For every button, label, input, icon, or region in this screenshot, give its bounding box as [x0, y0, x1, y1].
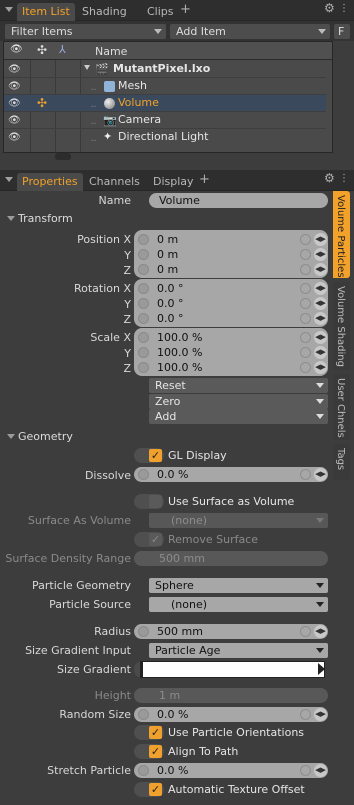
geometry-section-header[interactable]: Geometry: [4, 429, 330, 444]
collapse-arrow-icon[interactable]: [5, 177, 13, 182]
random-size-field[interactable]: 0.0 % ◀▶: [134, 707, 328, 722]
eye-icon[interactable]: 👁: [8, 115, 21, 126]
eye-icon[interactable]: 👁: [8, 98, 21, 109]
gear-icon[interactable]: ⚙: [324, 171, 335, 185]
position-y-label: Y: [124, 249, 131, 262]
tab-display[interactable]: Display: [148, 173, 199, 191]
add-tab-icon[interactable]: +: [180, 2, 191, 17]
dissolve-field[interactable]: 0.0 % ◀▶: [134, 467, 328, 482]
expand-arrow-icon[interactable]: [84, 65, 90, 70]
item-list: 👁 ✣ ⅄ Name 👁 🎬 MutantPixel.lxo 👁 ┈ Mesh …: [3, 41, 333, 153]
height-label: Height: [94, 689, 131, 702]
position-z-field[interactable]: 0 m ◀▶: [134, 262, 328, 277]
rotation-z-field[interactable]: 0.0 ° ◀▶: [134, 311, 328, 326]
surface-as-volume-dropdown[interactable]: (none): [149, 513, 328, 528]
mesh-icon: [104, 81, 115, 92]
gradient-start-marker[interactable]: [140, 661, 143, 678]
tab-item-list[interactable]: Item List: [17, 3, 75, 21]
size-gradient-bar[interactable]: [140, 661, 325, 678]
menu-dots-icon[interactable]: ⋮: [339, 173, 349, 184]
dissolve-label: Dissolve: [84, 469, 131, 482]
scale-y-field[interactable]: 100.0 % ◀▶: [134, 345, 328, 360]
side-tab-volume-shading[interactable]: Volume Shading: [333, 282, 350, 370]
rotation-x-field[interactable]: 0.0 ° ◀▶: [134, 281, 328, 296]
list-item[interactable]: 👁 ┈ 📷 Camera: [4, 112, 326, 129]
lock-header-icon: ✣: [37, 43, 48, 57]
radius-field[interactable]: 500 mm ◀▶: [134, 624, 328, 639]
filter-items-dropdown[interactable]: Filter Items: [5, 24, 166, 39]
add-dropdown[interactable]: Add: [149, 409, 328, 424]
scene-icon: 🎬: [95, 63, 109, 76]
position-x-field[interactable]: 0 m ◀▶: [134, 232, 328, 247]
list-item[interactable]: 👁 🎬 MutantPixel.lxo: [4, 61, 326, 78]
surface-density-range-field[interactable]: 500 mm: [134, 551, 328, 566]
size-gradient-label: Size Gradient: [57, 663, 131, 676]
list-item[interactable]: 👁 ┈ Mesh: [4, 78, 326, 95]
particle-geometry-label: Particle Geometry: [32, 579, 131, 592]
scale-x-label: Scale X: [90, 331, 131, 344]
particle-source-label: Particle Source: [49, 598, 131, 611]
name-label: Name: [98, 194, 131, 207]
bottom-tab-bar: Properties Channels Display + ⚙ ⋮: [0, 170, 354, 191]
camera-icon: 📷: [103, 114, 117, 127]
list-toolbar: Filter Items Add Item F: [0, 21, 354, 41]
particle-geometry-dropdown[interactable]: Sphere: [149, 578, 328, 593]
surface-density-range-label: Surface Density Range: [5, 552, 131, 565]
stretch-particle-label: Stretch Particle: [47, 764, 131, 777]
rotation-x-label: Rotation X: [73, 282, 131, 295]
reset-dropdown[interactable]: Reset: [149, 378, 328, 393]
scale-x-field[interactable]: 100.0 % ◀▶: [134, 330, 328, 345]
f-button[interactable]: F: [334, 24, 350, 39]
transform-section-header[interactable]: Transform: [4, 211, 330, 226]
position-x-label: Position X: [77, 233, 131, 246]
scroll-handle[interactable]: [55, 153, 71, 160]
scale-z-label: Z: [123, 362, 131, 375]
eye-icon[interactable]: 👁: [8, 81, 21, 92]
surface-as-volume-label: Surface As Volume: [27, 514, 131, 527]
position-y-field[interactable]: 0 m ◀▶: [134, 247, 328, 262]
side-tab-volume-particles[interactable]: Volume Particles: [333, 191, 350, 278]
stretch-particle-field[interactable]: 0.0 % ◀▶: [134, 763, 328, 778]
side-tab-user-channels[interactable]: User Chnels: [333, 374, 350, 440]
eye-icon[interactable]: 👁: [8, 64, 21, 75]
collapse-arrow-icon[interactable]: [5, 7, 13, 12]
visibility-header-icon: 👁: [10, 44, 23, 55]
scale-z-field[interactable]: 100.0 % ◀▶: [134, 360, 328, 375]
position-z-label: Z: [123, 264, 131, 277]
name-field[interactable]: Volume: [149, 193, 328, 208]
add-tab-icon[interactable]: +: [199, 172, 210, 187]
random-size-label: Random Size: [59, 708, 131, 721]
list-header: 👁 ✣ ⅄ Name: [4, 42, 332, 60]
volume-icon: [104, 98, 115, 109]
side-tab-tags[interactable]: Tags: [333, 444, 350, 480]
size-gradient-input-dropdown[interactable]: Particle Age: [149, 643, 328, 658]
menu-dots-icon[interactable]: ⋮: [339, 3, 349, 14]
name-column-header[interactable]: Name: [95, 45, 127, 58]
add-item-dropdown[interactable]: Add Item: [170, 24, 330, 39]
tab-properties[interactable]: Properties: [17, 173, 83, 191]
axes-header-icon: ⅄: [59, 43, 66, 56]
rotation-y-field[interactable]: 0.0 ° ◀▶: [134, 296, 328, 311]
light-icon: ✦: [103, 130, 113, 143]
lock-icon[interactable]: ✣: [37, 96, 47, 110]
radius-label: Radius: [94, 625, 131, 638]
gradient-end-marker[interactable]: [318, 663, 325, 675]
rotation-z-label: Z: [123, 313, 131, 326]
tab-shading[interactable]: Shading: [77, 3, 132, 21]
top-tab-bar: Item List Shading Clips + ⚙ ⋮: [0, 0, 354, 21]
eye-icon[interactable]: 👁: [8, 132, 21, 143]
scale-y-label: Y: [124, 347, 131, 360]
zero-dropdown[interactable]: Zero: [149, 394, 328, 409]
list-item[interactable]: 👁 ┈ ✦ Directional Light: [4, 129, 326, 146]
rotation-y-label: Y: [124, 298, 131, 311]
size-gradient-input-label: Size Gradient Input: [25, 644, 131, 657]
tab-clips[interactable]: Clips: [142, 3, 179, 21]
particle-source-dropdown[interactable]: (none): [149, 597, 328, 612]
list-item-selected[interactable]: 👁 ✣ ┈ Volume: [4, 95, 326, 112]
gear-icon[interactable]: ⚙: [324, 1, 335, 15]
height-field[interactable]: 1 m: [134, 688, 328, 703]
tab-channels[interactable]: Channels: [84, 173, 145, 191]
